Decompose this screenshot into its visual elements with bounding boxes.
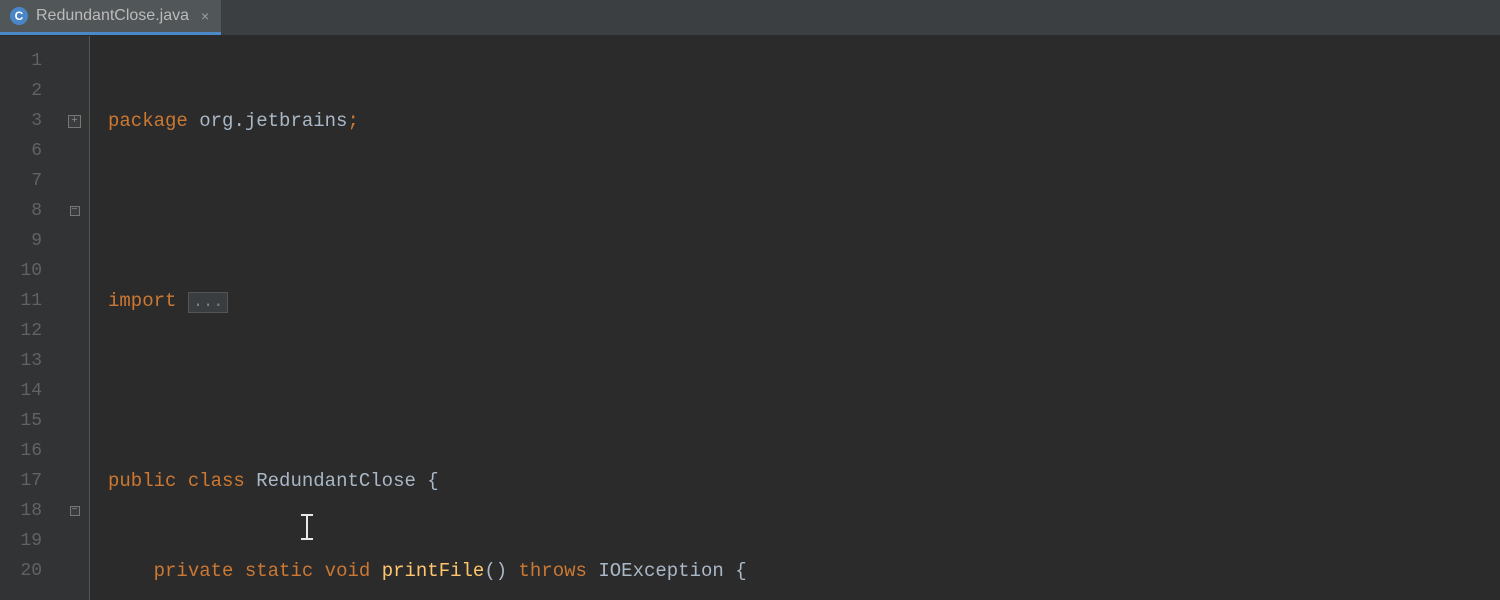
tab-filename: RedundantClose.java bbox=[36, 7, 189, 25]
line-number: 12 bbox=[0, 316, 60, 346]
code-line bbox=[108, 196, 1500, 226]
line-number: 11 bbox=[0, 286, 60, 316]
line-number: 6 bbox=[0, 136, 60, 166]
line-number: 7 bbox=[0, 166, 60, 196]
close-icon[interactable]: × bbox=[197, 8, 209, 24]
line-number: 20 bbox=[0, 556, 60, 586]
code-area[interactable]: package org.jetbrains; import ... public… bbox=[90, 36, 1500, 600]
editor-tab[interactable]: C RedundantClose.java × bbox=[0, 0, 221, 35]
code-line bbox=[108, 376, 1500, 406]
line-number: 9 bbox=[0, 226, 60, 256]
icon-letter: C bbox=[15, 9, 24, 23]
line-number: 10 bbox=[0, 256, 60, 286]
folded-imports[interactable]: ... bbox=[188, 292, 229, 313]
line-number: 18 bbox=[0, 496, 60, 526]
tab-bar: C RedundantClose.java × bbox=[0, 0, 1500, 36]
line-number: 14 bbox=[0, 376, 60, 406]
line-number: 15 bbox=[0, 406, 60, 436]
fold-end-icon[interactable]: − bbox=[70, 506, 80, 516]
code-line: private static void printFile() throws I… bbox=[108, 556, 1500, 586]
code-editor[interactable]: 1 2 3 6 7 8 9 10 11 12 13 14 15 16 17 18… bbox=[0, 36, 1500, 600]
java-class-icon: C bbox=[10, 7, 28, 25]
line-number: 3 bbox=[0, 106, 60, 136]
fold-gutter: + − − bbox=[60, 36, 90, 600]
line-number: 17 bbox=[0, 466, 60, 496]
line-number: 8 bbox=[0, 196, 60, 226]
line-number-gutter: 1 2 3 6 7 8 9 10 11 12 13 14 15 16 17 18… bbox=[0, 36, 60, 600]
fold-expand-icon[interactable]: + bbox=[68, 115, 81, 128]
fold-collapse-icon[interactable]: − bbox=[70, 206, 80, 216]
line-number: 16 bbox=[0, 436, 60, 466]
line-number: 19 bbox=[0, 526, 60, 556]
line-number: 13 bbox=[0, 346, 60, 376]
line-number: 2 bbox=[0, 76, 60, 106]
code-line: import ... bbox=[108, 286, 1500, 316]
code-line: public class RedundantClose { bbox=[108, 466, 1500, 496]
code-line: package org.jetbrains; bbox=[108, 106, 1500, 136]
line-number: 1 bbox=[0, 46, 60, 76]
